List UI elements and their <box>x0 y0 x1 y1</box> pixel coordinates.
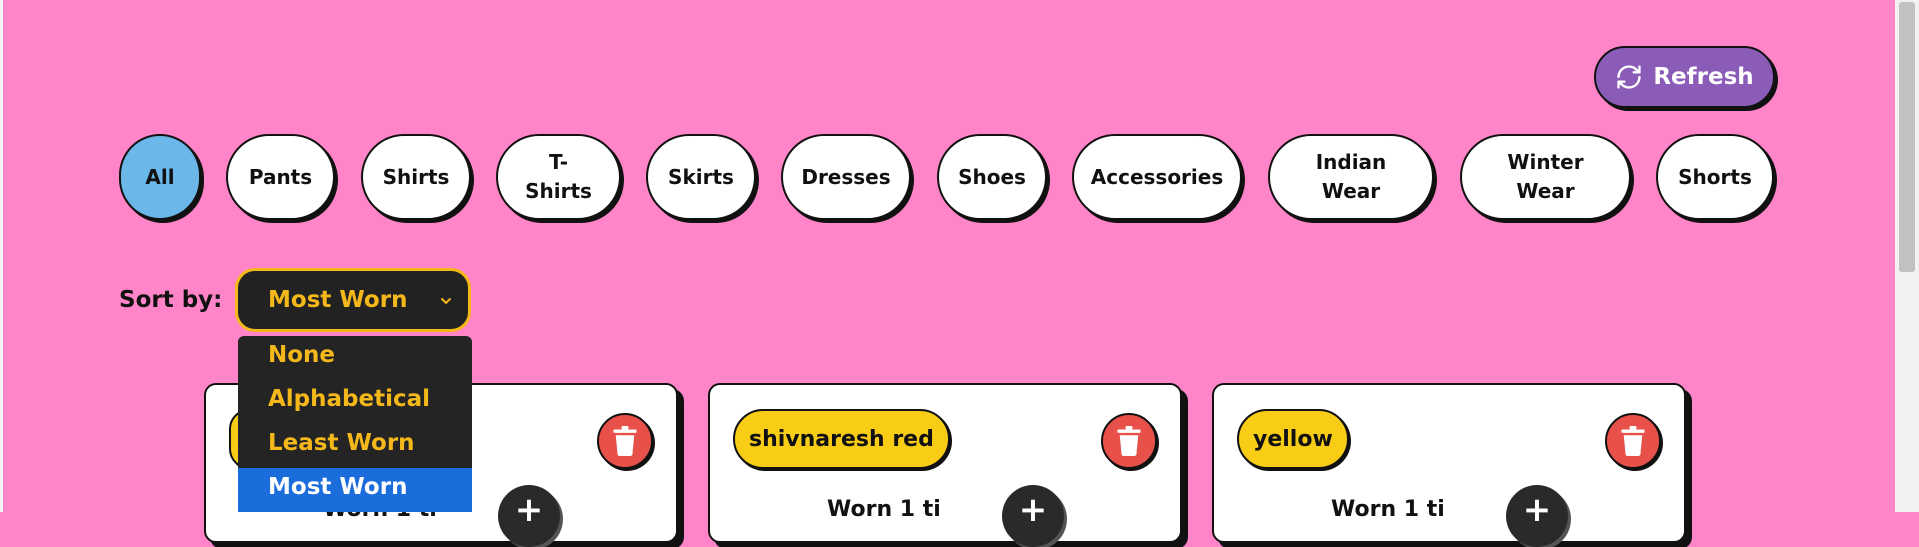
worn-count: Worn 1 ti <box>827 497 941 522</box>
category-pants[interactable]: Pants <box>226 134 335 220</box>
trash-icon <box>613 426 637 456</box>
increment-worn-button[interactable]: + <box>1002 485 1064 547</box>
sort-options-dropdown: None Alphabetical Least Worn Most Worn <box>238 336 472 512</box>
worn-count: Worn 1 ti <box>1331 497 1445 522</box>
item-name-tag: shivnaresh red <box>733 409 950 469</box>
refresh-label: Refresh <box>1653 64 1754 90</box>
item-name-tag: yellow <box>1237 409 1349 469</box>
increment-worn-button[interactable]: + <box>498 485 560 547</box>
refresh-button[interactable]: Refresh <box>1594 46 1775 108</box>
delete-button[interactable] <box>1605 413 1661 469</box>
sort-option-none[interactable]: None <box>238 336 472 380</box>
trash-icon <box>1621 426 1645 456</box>
category-shorts[interactable]: Shorts <box>1656 134 1774 220</box>
category-winter-wear[interactable]: Winter Wear <box>1460 134 1631 220</box>
clothing-card: shivnaresh red Worn 1 ti + <box>708 383 1182 547</box>
chevron-down-icon <box>441 298 451 305</box>
refresh-icon <box>1617 65 1641 89</box>
category-shoes[interactable]: Shoes <box>937 134 1047 220</box>
sort-select[interactable]: Most Worn <box>235 268 471 332</box>
category-accessories[interactable]: Accessories <box>1072 134 1242 220</box>
sort-label: Sort by: <box>119 287 223 313</box>
category-t-shirts[interactable]: T-Shirts <box>496 134 621 220</box>
trash-icon <box>1117 426 1141 456</box>
category-shirts[interactable]: Shirts <box>361 134 471 220</box>
delete-button[interactable] <box>1101 413 1157 469</box>
left-gutter <box>0 0 3 512</box>
delete-button[interactable] <box>597 413 653 469</box>
category-skirts[interactable]: Skirts <box>646 134 756 220</box>
sort-option-least-worn[interactable]: Least Worn <box>238 424 472 468</box>
increment-worn-button[interactable]: + <box>1506 485 1568 547</box>
category-all[interactable]: All <box>119 134 201 220</box>
sort-option-alphabetical[interactable]: Alphabetical <box>238 380 472 424</box>
sort-selected-value: Most Worn <box>268 287 408 313</box>
category-dresses[interactable]: Dresses <box>781 134 911 220</box>
clothing-card: yellow Worn 1 ti + <box>1212 383 1686 547</box>
scrollbar-thumb[interactable] <box>1899 2 1915 272</box>
category-indian-wear[interactable]: Indian Wear <box>1268 134 1434 220</box>
sort-option-most-worn[interactable]: Most Worn <box>238 468 472 512</box>
scrollbar[interactable] <box>1895 0 1919 512</box>
